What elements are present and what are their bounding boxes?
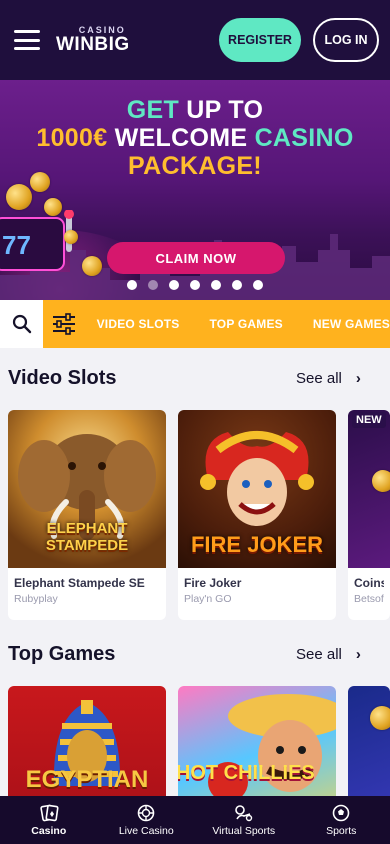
video-slots-row: ELEPHANT STAMPEDE Elephant Stampede SE R… [8, 410, 390, 620]
svg-text:77: 77 [2, 230, 31, 260]
game-thumbnail: FIRE JOKER [178, 410, 336, 568]
game-card[interactable]: NEW Coins Betsof [348, 410, 390, 620]
chevron-right-icon: › [355, 646, 361, 663]
game-info: Coins Betsof [348, 568, 390, 620]
new-badge: NEW [352, 412, 386, 428]
filter-sliders-icon [52, 313, 75, 335]
carousel-dot[interactable] [232, 280, 242, 290]
bottom-navigation: Casino Live Casino Virtual Sports Sports [0, 796, 390, 844]
game-thumbnail: NEW [348, 410, 390, 568]
search-icon [12, 314, 31, 334]
coin-graphic [6, 184, 32, 210]
menu-icon[interactable] [14, 30, 40, 50]
carousel-dot[interactable] [190, 280, 200, 290]
tab-new-games[interactable]: NEW GAMES [313, 317, 390, 331]
game-art-title: ELEPHANT STAMPEDE [45, 520, 129, 554]
coin-graphic [44, 198, 62, 216]
nav-label: Sports [326, 824, 357, 837]
see-all-label: See all [296, 646, 342, 663]
game-art-title: FIRE JOKER [190, 532, 324, 557]
game-name: Fire Joker [184, 576, 242, 590]
section-title-video-slots: Video Slots [8, 367, 117, 389]
logo[interactable]: CASINO WINBIG [56, 26, 130, 55]
filter-button[interactable] [43, 300, 84, 348]
coin-graphic [82, 256, 102, 276]
carousel-dot[interactable] [148, 280, 158, 290]
carousel-dot[interactable] [127, 280, 137, 290]
game-card[interactable]: ELEPHANT STAMPEDE Elephant Stampede SE R… [8, 410, 166, 620]
promo-headline: GET UP TO 1000€ WELCOME CASINO PACKAGE! [36, 96, 354, 180]
claim-now-button[interactable]: CLAIM NOW [107, 242, 285, 274]
tab-top-games[interactable]: TOP GAMES [209, 317, 282, 331]
carousel-dot[interactable] [211, 280, 221, 290]
nav-label: Live Casino [118, 824, 174, 837]
virtual-sports-icon [234, 804, 252, 821]
promo-banner[interactable]: GET UP TO 1000€ WELCOME CASINO PACKAGE! … [0, 80, 390, 300]
coin-graphic [64, 230, 78, 244]
soccer-ball-icon [332, 804, 350, 821]
carousel-dot[interactable] [169, 280, 179, 290]
nav-label: Virtual Sports [212, 824, 276, 837]
game-art-title: EGYPTIAN [25, 766, 149, 793]
carousel-dot[interactable] [253, 280, 263, 290]
see-all-top-games[interactable]: See all › [296, 646, 361, 663]
login-button[interactable]: LOG IN [313, 18, 379, 62]
game-info: Elephant Stampede SE Rubyplay [8, 568, 166, 620]
carousel-dots [0, 280, 390, 290]
nav-label: Casino [31, 824, 67, 837]
nav-casino[interactable]: Casino [0, 796, 98, 844]
top-header: CASINO WINBIG REGISTER LOG IN [0, 0, 390, 80]
category-bar: VIDEO SLOTS TOP GAMES NEW GAMES [0, 300, 390, 348]
coin-graphic [30, 172, 50, 192]
coin-graphic [370, 706, 390, 730]
game-art-title: 3 HOT CHILLIES [178, 762, 315, 784]
category-tabs: VIDEO SLOTS TOP GAMES NEW GAMES [97, 317, 390, 331]
nav-virtual-sports[interactable]: Virtual Sports [195, 796, 293, 844]
game-card[interactable]: FIRE JOKER Fire Joker Play'n GO [178, 410, 336, 620]
game-provider: Betsof [354, 593, 384, 605]
nav-live-casino[interactable]: Live Casino [98, 796, 196, 844]
see-all-label: See all [296, 370, 342, 387]
see-all-video-slots[interactable]: See all › [296, 370, 361, 387]
search-button[interactable] [0, 300, 44, 348]
game-thumbnail: ELEPHANT STAMPEDE [8, 410, 166, 568]
game-provider: Play'n GO [184, 593, 232, 605]
game-provider: Rubyplay [14, 593, 58, 605]
coin-graphic [372, 470, 390, 492]
chevron-right-icon: › [355, 370, 361, 387]
section-title-top-games: Top Games [8, 643, 116, 665]
nav-sports[interactable]: Sports [293, 796, 390, 844]
register-button[interactable]: REGISTER [219, 18, 301, 62]
cards-icon [40, 804, 59, 821]
roulette-icon [137, 804, 155, 821]
slot-machine-graphic: 77 [0, 210, 74, 271]
tab-video-slots[interactable]: VIDEO SLOTS [97, 317, 180, 331]
game-name: Elephant Stampede SE [14, 576, 145, 590]
game-info: Fire Joker Play'n GO [178, 568, 336, 620]
game-name: Coins [354, 576, 384, 590]
